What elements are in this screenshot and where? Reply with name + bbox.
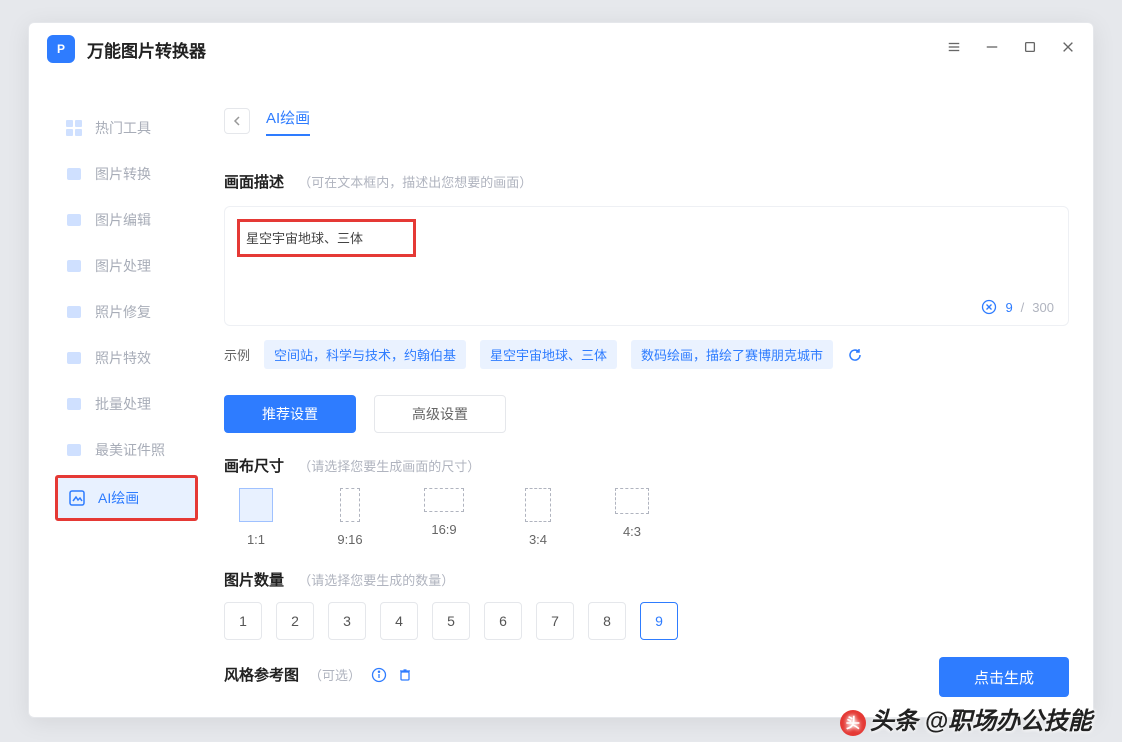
sidebar-item-ai-paint[interactable]: AI绘画: [55, 475, 198, 521]
title-left: P 万能图片转换器: [47, 35, 206, 63]
sidebar-item-edit[interactable]: 图片编辑: [29, 197, 224, 243]
menu-icon[interactable]: [947, 40, 961, 58]
style-hint: （可选）: [309, 665, 361, 684]
sidebar-item-label: AI绘画: [98, 488, 139, 508]
char-max: 300: [1032, 300, 1054, 315]
size-4-3[interactable]: 4:3: [600, 488, 664, 547]
count-6[interactable]: 6: [484, 602, 522, 640]
count-9[interactable]: 9: [640, 602, 678, 640]
sidebar-item-label: 图片编辑: [95, 210, 151, 230]
back-button[interactable]: [224, 108, 250, 134]
sidebar-item-effect[interactable]: 照片特效: [29, 335, 224, 381]
desc-box[interactable]: 星空宇宙地球、三体 9/300: [224, 206, 1069, 326]
convert-icon: [65, 165, 83, 183]
count-8[interactable]: 8: [588, 602, 626, 640]
minimize-icon[interactable]: [985, 40, 999, 58]
clear-icon[interactable]: [981, 299, 997, 315]
repair-icon: [65, 303, 83, 321]
desc-input[interactable]: 星空宇宙地球、三体: [246, 231, 363, 246]
size-3-4[interactable]: 3:4: [506, 488, 570, 547]
sidebar-item-convert[interactable]: 图片转换: [29, 151, 224, 197]
sidebar-item-label: 图片转换: [95, 164, 151, 184]
window-controls: [947, 40, 1075, 58]
size-16-9[interactable]: 16:9: [412, 488, 476, 547]
page-title: AI绘画: [266, 107, 310, 136]
breadcrumb: AI绘画: [224, 99, 1069, 143]
sidebar-item-repair[interactable]: 照片修复: [29, 289, 224, 335]
edit-icon: [65, 211, 83, 229]
close-icon[interactable]: [1061, 40, 1075, 58]
effect-icon: [65, 349, 83, 367]
examples-label: 示例: [224, 345, 250, 364]
style-title: 风格参考图: [224, 664, 299, 685]
info-icon[interactable]: [371, 667, 387, 683]
sidebar-item-batch[interactable]: 批量处理: [29, 381, 224, 427]
canvas-hint: （请选择您要生成画面的尺寸）: [298, 459, 480, 474]
desc-hint: （可在文本框内，描述出您想要的画面）: [298, 175, 532, 190]
titlebar: P 万能图片转换器: [29, 23, 1093, 75]
ai-paint-icon: [68, 489, 86, 507]
canvas-title: 画布尺寸: [224, 458, 284, 475]
sidebar-item-label: 最美证件照: [95, 440, 165, 460]
desc-title: 画面描述: [224, 174, 284, 191]
count-1[interactable]: 1: [224, 602, 262, 640]
sidebar-item-process[interactable]: 图片处理: [29, 243, 224, 289]
body: 热门工具 图片转换 图片编辑 图片处理 照片修复 照片特效: [29, 75, 1093, 717]
count-section-title: 图片数量 （请选择您要生成的数量）: [224, 569, 1069, 590]
sidebar-item-hot-tools[interactable]: 热门工具: [29, 105, 224, 151]
sidebar: 热门工具 图片转换 图片编辑 图片处理 照片修复 照片特效: [29, 75, 224, 717]
tab-recommended[interactable]: 推荐设置: [224, 395, 356, 433]
sidebar-item-label: 照片修复: [95, 302, 151, 322]
batch-icon: [65, 395, 83, 413]
example-chip-1[interactable]: 空间站，科学与技术，约翰伯基: [264, 340, 466, 369]
grid-icon: [65, 119, 83, 137]
process-icon: [65, 257, 83, 275]
example-chip-2[interactable]: 星空宇宙地球、三体: [480, 340, 617, 369]
count-row: 1 2 3 4 5 6 7 8 9: [224, 602, 1069, 640]
tab-advanced[interactable]: 高级设置: [374, 395, 506, 433]
chevron-left-icon: [232, 116, 242, 126]
delete-icon[interactable]: [397, 667, 413, 683]
main-content: AI绘画 画面描述 （可在文本框内，描述出您想要的画面） 星空宇宙地球、三体 9…: [224, 75, 1093, 717]
sidebar-item-idphoto[interactable]: 最美证件照: [29, 427, 224, 473]
generate-button[interactable]: 点击生成: [939, 657, 1069, 697]
char-count: 9/300: [981, 299, 1054, 315]
refresh-icon[interactable]: [847, 347, 863, 363]
idphoto-icon: [65, 441, 83, 459]
count-2[interactable]: 2: [276, 602, 314, 640]
count-4[interactable]: 4: [380, 602, 418, 640]
examples-row: 示例 空间站，科学与技术，约翰伯基 星空宇宙地球、三体 数码绘画，描绘了赛博朋克…: [224, 340, 1069, 369]
count-hint: （请选择您要生成的数量）: [298, 573, 454, 588]
sidebar-item-label: 热门工具: [95, 118, 151, 138]
canvas-section-title: 画布尺寸 （请选择您要生成画面的尺寸）: [224, 455, 1069, 476]
count-5[interactable]: 5: [432, 602, 470, 640]
canvas-size-row: 1:1 9:16 16:9 3:4 4:3: [224, 488, 1069, 547]
app-window: P 万能图片转换器 热门工具 图片转换 图片编辑: [28, 22, 1094, 718]
settings-tabs: 推荐设置 高级设置: [224, 395, 1069, 433]
count-7[interactable]: 7: [536, 602, 574, 640]
sidebar-item-label: 照片特效: [95, 348, 151, 368]
count-3[interactable]: 3: [328, 602, 366, 640]
size-1-1[interactable]: 1:1: [224, 488, 288, 547]
app-logo-icon: P: [47, 35, 75, 63]
desc-section-title: 画面描述 （可在文本框内，描述出您想要的画面）: [224, 171, 1069, 192]
char-current: 9: [1005, 300, 1012, 315]
maximize-icon[interactable]: [1023, 40, 1037, 58]
sidebar-item-label: 批量处理: [95, 394, 151, 414]
sidebar-item-label: 图片处理: [95, 256, 151, 276]
size-9-16[interactable]: 9:16: [318, 488, 382, 547]
desc-highlight: 星空宇宙地球、三体: [237, 219, 416, 257]
count-title: 图片数量: [224, 572, 284, 589]
app-title: 万能图片转换器: [87, 37, 206, 62]
example-chip-3[interactable]: 数码绘画，描绘了赛博朋克城市: [631, 340, 833, 369]
